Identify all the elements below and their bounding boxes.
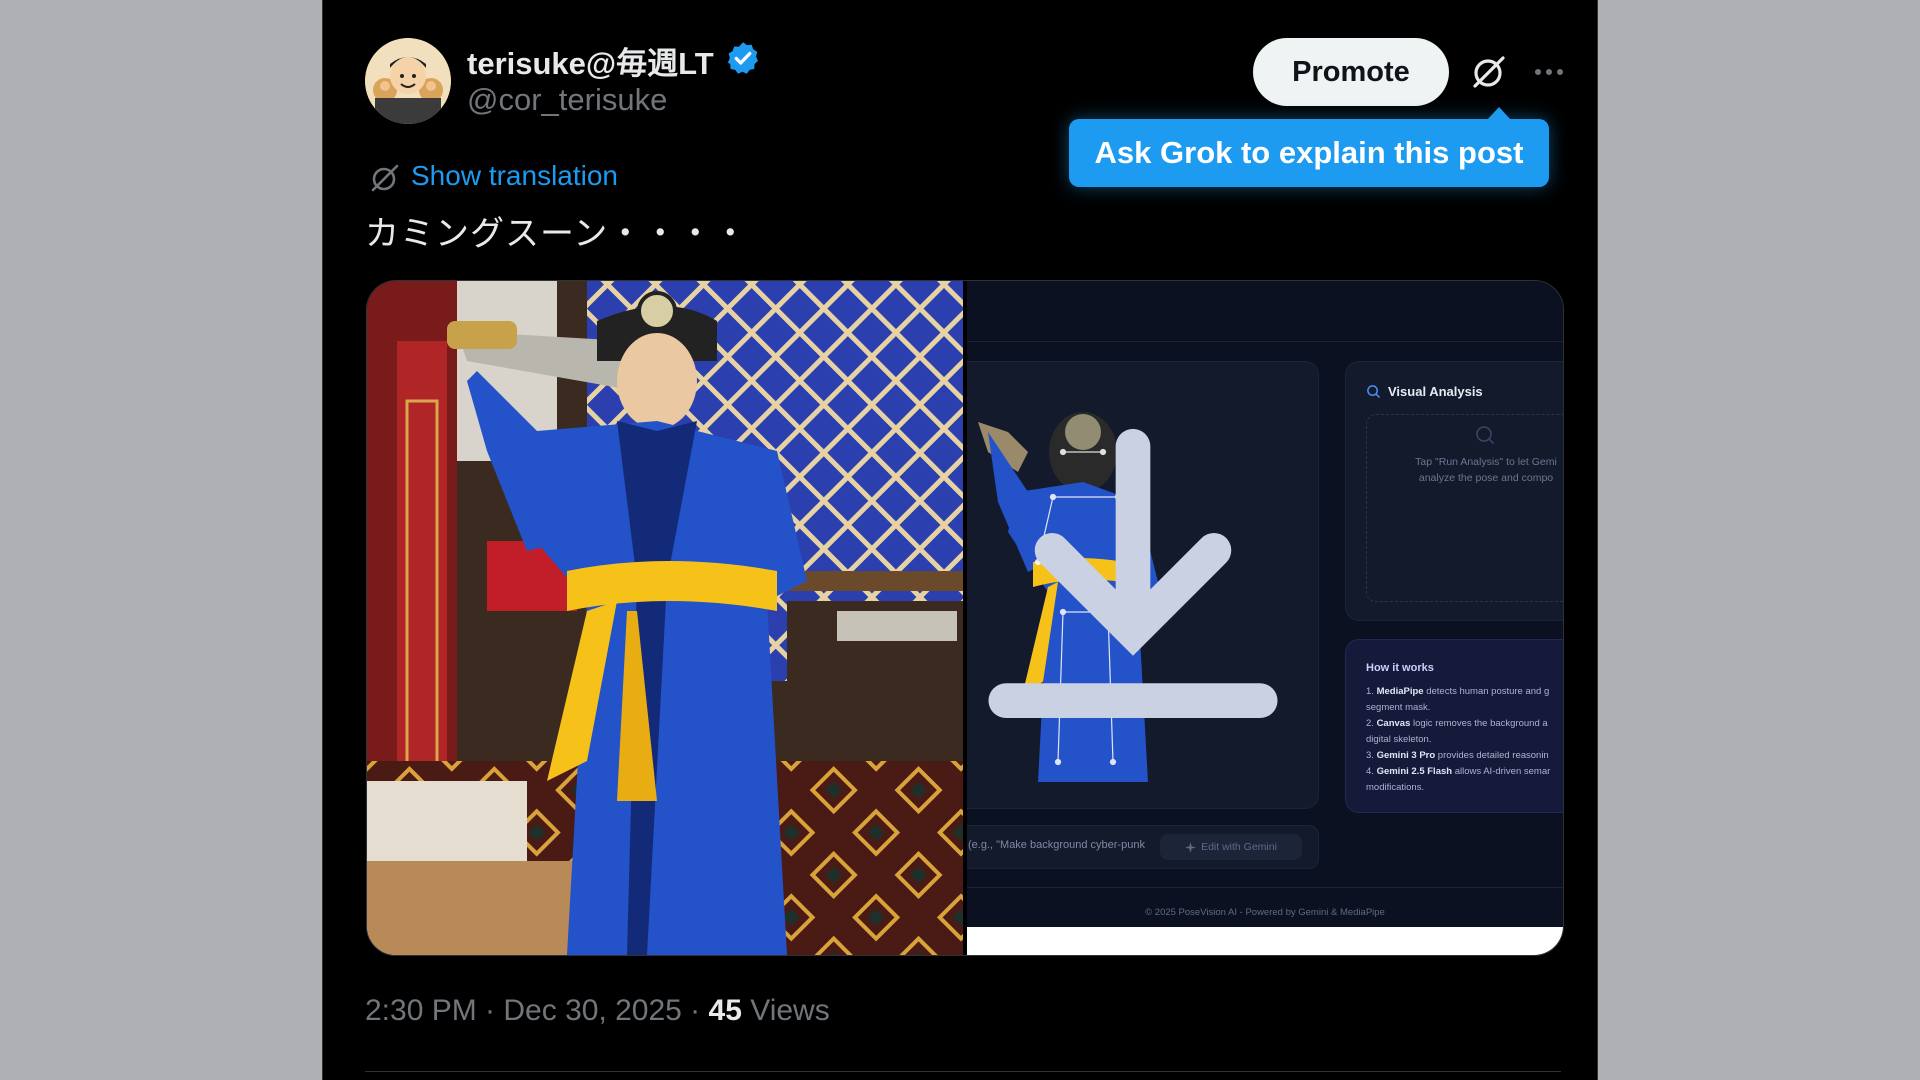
- verified-badge-icon: [727, 42, 758, 74]
- pv-how-title: How it works: [1366, 662, 1434, 674]
- sparkle-icon: [1185, 841, 1197, 853]
- avatar[interactable]: [365, 38, 451, 124]
- tweet-card: terisuke@毎週LT @cor_terisuke Promote Ask …: [322, 0, 1598, 1080]
- pv-how-item: 4. Gemini 2.5 Flash allows AI-driven sem…: [1366, 766, 1551, 777]
- pv-edit-input: (e.g., "Make background cyber-punk Edit …: [967, 825, 1319, 869]
- translate-icon: [371, 164, 399, 192]
- costume-photo-image: [367, 281, 963, 955]
- handle[interactable]: @cor_terisuke: [467, 82, 667, 118]
- costume-photo[interactable]: [367, 281, 963, 955]
- grok-icon[interactable]: [1467, 50, 1511, 94]
- pv-footer-divider: [967, 887, 1563, 888]
- pv-how-item: 1. MediaPipe detects human posture and g: [1366, 686, 1550, 697]
- download-icon[interactable]: [967, 362, 1318, 808]
- promote-button[interactable]: Promote: [1253, 38, 1449, 106]
- pv-how-list: 1. MediaPipe detects human posture and g…: [1366, 684, 1550, 796]
- pv-empty-line: analyze the pose and compo: [1418, 472, 1554, 484]
- more-dot: [1546, 69, 1552, 75]
- pv-how-item: 2. Canvas logic removes the background a: [1366, 718, 1548, 729]
- pv-analysis-panel: Visual Analysis Tap "Run Analysis" to le…: [1345, 361, 1563, 621]
- pv-input-placeholder: (e.g., "Make background cyber-punk: [968, 839, 1145, 851]
- pv-white-strip: [967, 927, 1563, 955]
- avatar-image: [365, 38, 451, 124]
- pv-preview-panel: [967, 361, 1319, 809]
- pv-how-item: segment mask.: [1366, 702, 1431, 713]
- views-count: 45: [708, 994, 742, 1027]
- pv-empty-line: Tap "Run Analysis" to let Gemi: [1415, 456, 1557, 468]
- post-meta: 2:30 PM · Dec 30, 2025 · 45 Views: [365, 994, 830, 1028]
- more-dot: [1535, 69, 1541, 75]
- search-icon: [1476, 426, 1494, 444]
- pv-edit-button-label: Edit with Gemini: [1201, 841, 1277, 853]
- post-text: カミングスーン・・・・: [365, 214, 749, 254]
- show-translation-link[interactable]: Show translation: [411, 160, 618, 192]
- display-name[interactable]: terisuke@毎週LT: [467, 38, 714, 83]
- bottom-divider: [365, 1071, 1561, 1072]
- pv-how-item: 3. Gemini 3 Pro provides detailed reason…: [1366, 750, 1549, 761]
- more-dot: [1557, 69, 1563, 75]
- pv-how-it-works-panel: How it works 1. MediaPipe detects human …: [1345, 639, 1563, 813]
- pv-analysis-title: Visual Analysis: [1388, 384, 1483, 399]
- pv-topbar: [967, 281, 1563, 342]
- post-timestamp[interactable]: 2:30 PM · Dec 30, 2025 ·: [365, 994, 709, 1027]
- pv-how-item: digital skeleton.: [1366, 734, 1432, 745]
- grok-tooltip: Ask Grok to explain this post: [1069, 107, 1549, 187]
- views-label: Views: [741, 994, 830, 1027]
- pv-footer-text: © 2025 PoseVision AI - Powered by Gemini…: [1145, 907, 1385, 918]
- search-icon: [1367, 385, 1380, 398]
- pv-edit-button: Edit with Gemini: [1160, 834, 1302, 860]
- posevision-screenshot[interactable]: Visual Analysis Tap "Run Analysis" to le…: [967, 281, 1563, 955]
- pv-empty-text: Tap "Run Analysis" to let Gemi analyze t…: [1366, 454, 1563, 486]
- pv-how-item: modifications.: [1366, 782, 1425, 793]
- media-container: Visual Analysis Tap "Run Analysis" to le…: [366, 280, 1564, 956]
- more-icon[interactable]: [1527, 56, 1571, 88]
- pv-analysis-empty-state: [1366, 414, 1563, 602]
